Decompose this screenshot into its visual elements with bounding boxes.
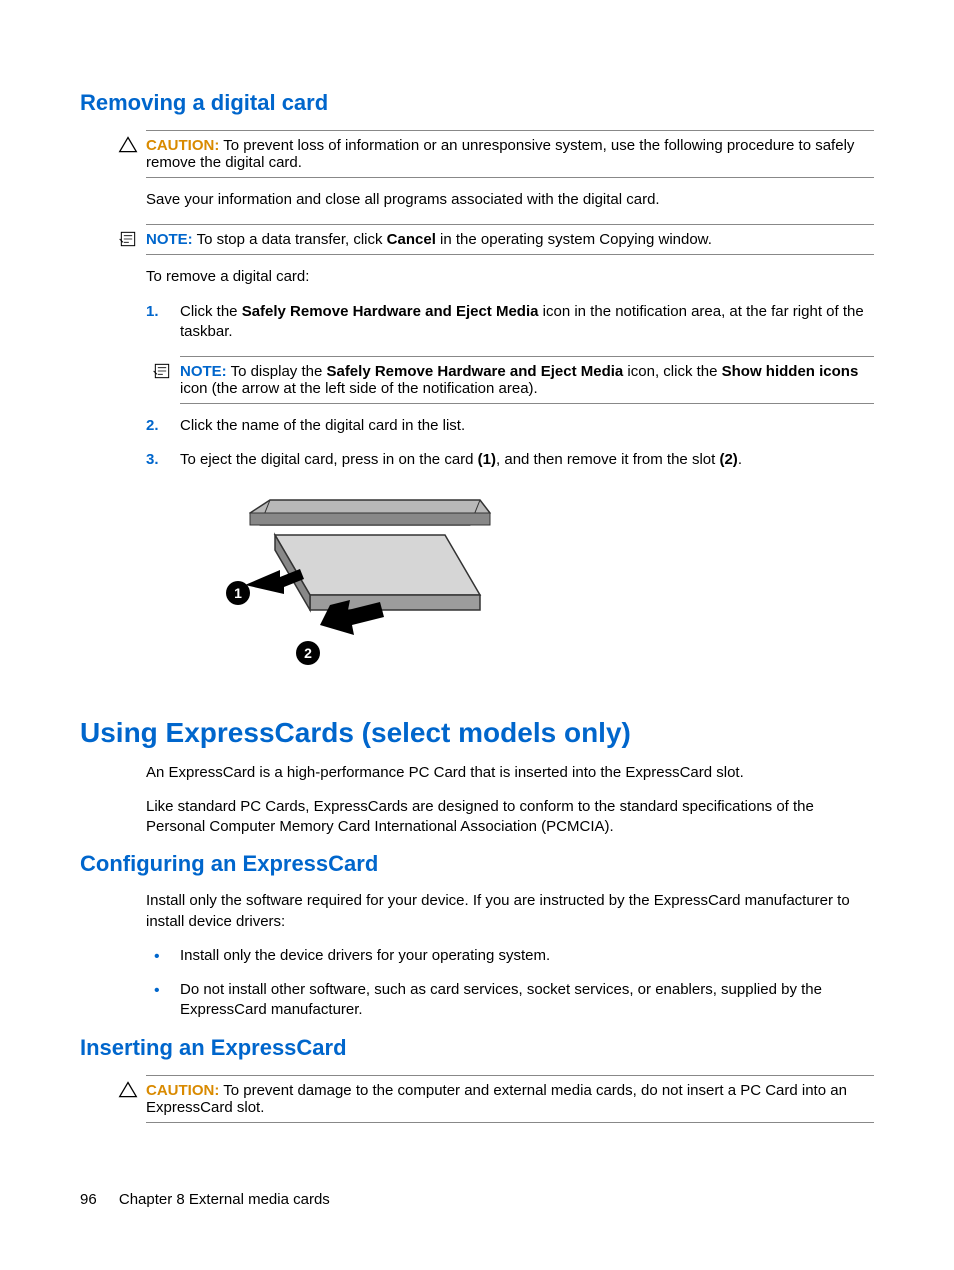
caution-label: CAUTION: [146, 1082, 219, 1099]
step-text-mid: , and then remove it from the slot [496, 451, 719, 468]
list-item: Do not install other software, such as c… [146, 980, 874, 1021]
note-label: NOTE: [146, 231, 193, 248]
list-item: 1. Click the Safely Remove Hardware and … [146, 302, 874, 343]
note-icon [118, 229, 138, 249]
callout-2: 2 [304, 645, 312, 661]
heading-removing-digital-card: Removing a digital card [80, 90, 874, 116]
paragraph: Install only the software required for y… [146, 891, 874, 932]
step-bold2: (2) [719, 451, 737, 468]
heading-configuring-expresscard: Configuring an ExpressCard [80, 851, 874, 877]
page-footer: 96 Chapter 8 External media cards [80, 1191, 330, 1208]
caution-block: CAUTION: To prevent damage to the comput… [146, 1075, 874, 1123]
note-text-bold2: Show hidden icons [722, 363, 859, 380]
page-number: 96 [80, 1191, 97, 1208]
note-text-pre: To display the [231, 363, 327, 380]
list-item: 2. Click the name of the digital card in… [146, 416, 874, 436]
list-item: 3. To eject the digital card, press in o… [146, 450, 874, 470]
note-block-nested: NOTE: To display the Safely Remove Hardw… [180, 356, 874, 404]
note-text-post: icon (the arrow at the left side of the … [180, 380, 538, 397]
note-text-mid: icon, click the [623, 363, 721, 380]
step-bold1: (1) [478, 451, 496, 468]
note-text-bold: Cancel [387, 231, 436, 248]
caution-triangle-icon [118, 135, 138, 155]
caution-text: To prevent damage to the computer and ex… [146, 1082, 847, 1116]
note-text-bold: Safely Remove Hardware and Eject Media [326, 363, 623, 380]
paragraph: Like standard PC Cards, ExpressCards are… [146, 797, 874, 838]
card-eject-illustration: 1 2 [180, 485, 874, 689]
ordered-list: 1. Click the Safely Remove Hardware and … [146, 302, 874, 343]
step-text-bold: Safely Remove Hardware and Eject Media [242, 303, 539, 320]
note-block: NOTE: To stop a data transfer, click Can… [146, 224, 874, 255]
step-text-pre: To eject the digital card, press in on t… [180, 451, 478, 468]
step-number: 1. [146, 302, 159, 322]
list-item: Install only the device drivers for your… [146, 946, 874, 966]
heading-inserting-expresscard: Inserting an ExpressCard [80, 1035, 874, 1061]
heading-using-expresscards: Using ExpressCards (select models only) [80, 717, 874, 749]
caution-label: CAUTION: [146, 137, 219, 154]
caution-triangle-icon [118, 1080, 138, 1100]
step-number: 2. [146, 416, 159, 436]
note-text-pre: To stop a data transfer, click [197, 231, 387, 248]
step-text: Click the name of the digital card in th… [180, 417, 465, 434]
step-text-post: . [738, 451, 742, 468]
paragraph: Save your information and close all prog… [146, 190, 874, 210]
chapter-label: Chapter 8 External media cards [119, 1191, 330, 1208]
note-icon [152, 361, 172, 381]
note-text-post: in the operating system Copying window. [436, 231, 712, 248]
paragraph: To remove a digital card: [146, 267, 874, 287]
callout-1: 1 [234, 585, 242, 601]
ordered-list: 2. Click the name of the digital card in… [146, 416, 874, 471]
caution-block: CAUTION: To prevent loss of information … [146, 130, 874, 178]
step-number: 3. [146, 450, 159, 470]
step-text-pre: Click the [180, 303, 242, 320]
paragraph: An ExpressCard is a high-performance PC … [146, 763, 874, 783]
note-label: NOTE: [180, 363, 227, 380]
unordered-list: Install only the device drivers for your… [146, 946, 874, 1021]
caution-text: To prevent loss of information or an unr… [146, 137, 854, 171]
